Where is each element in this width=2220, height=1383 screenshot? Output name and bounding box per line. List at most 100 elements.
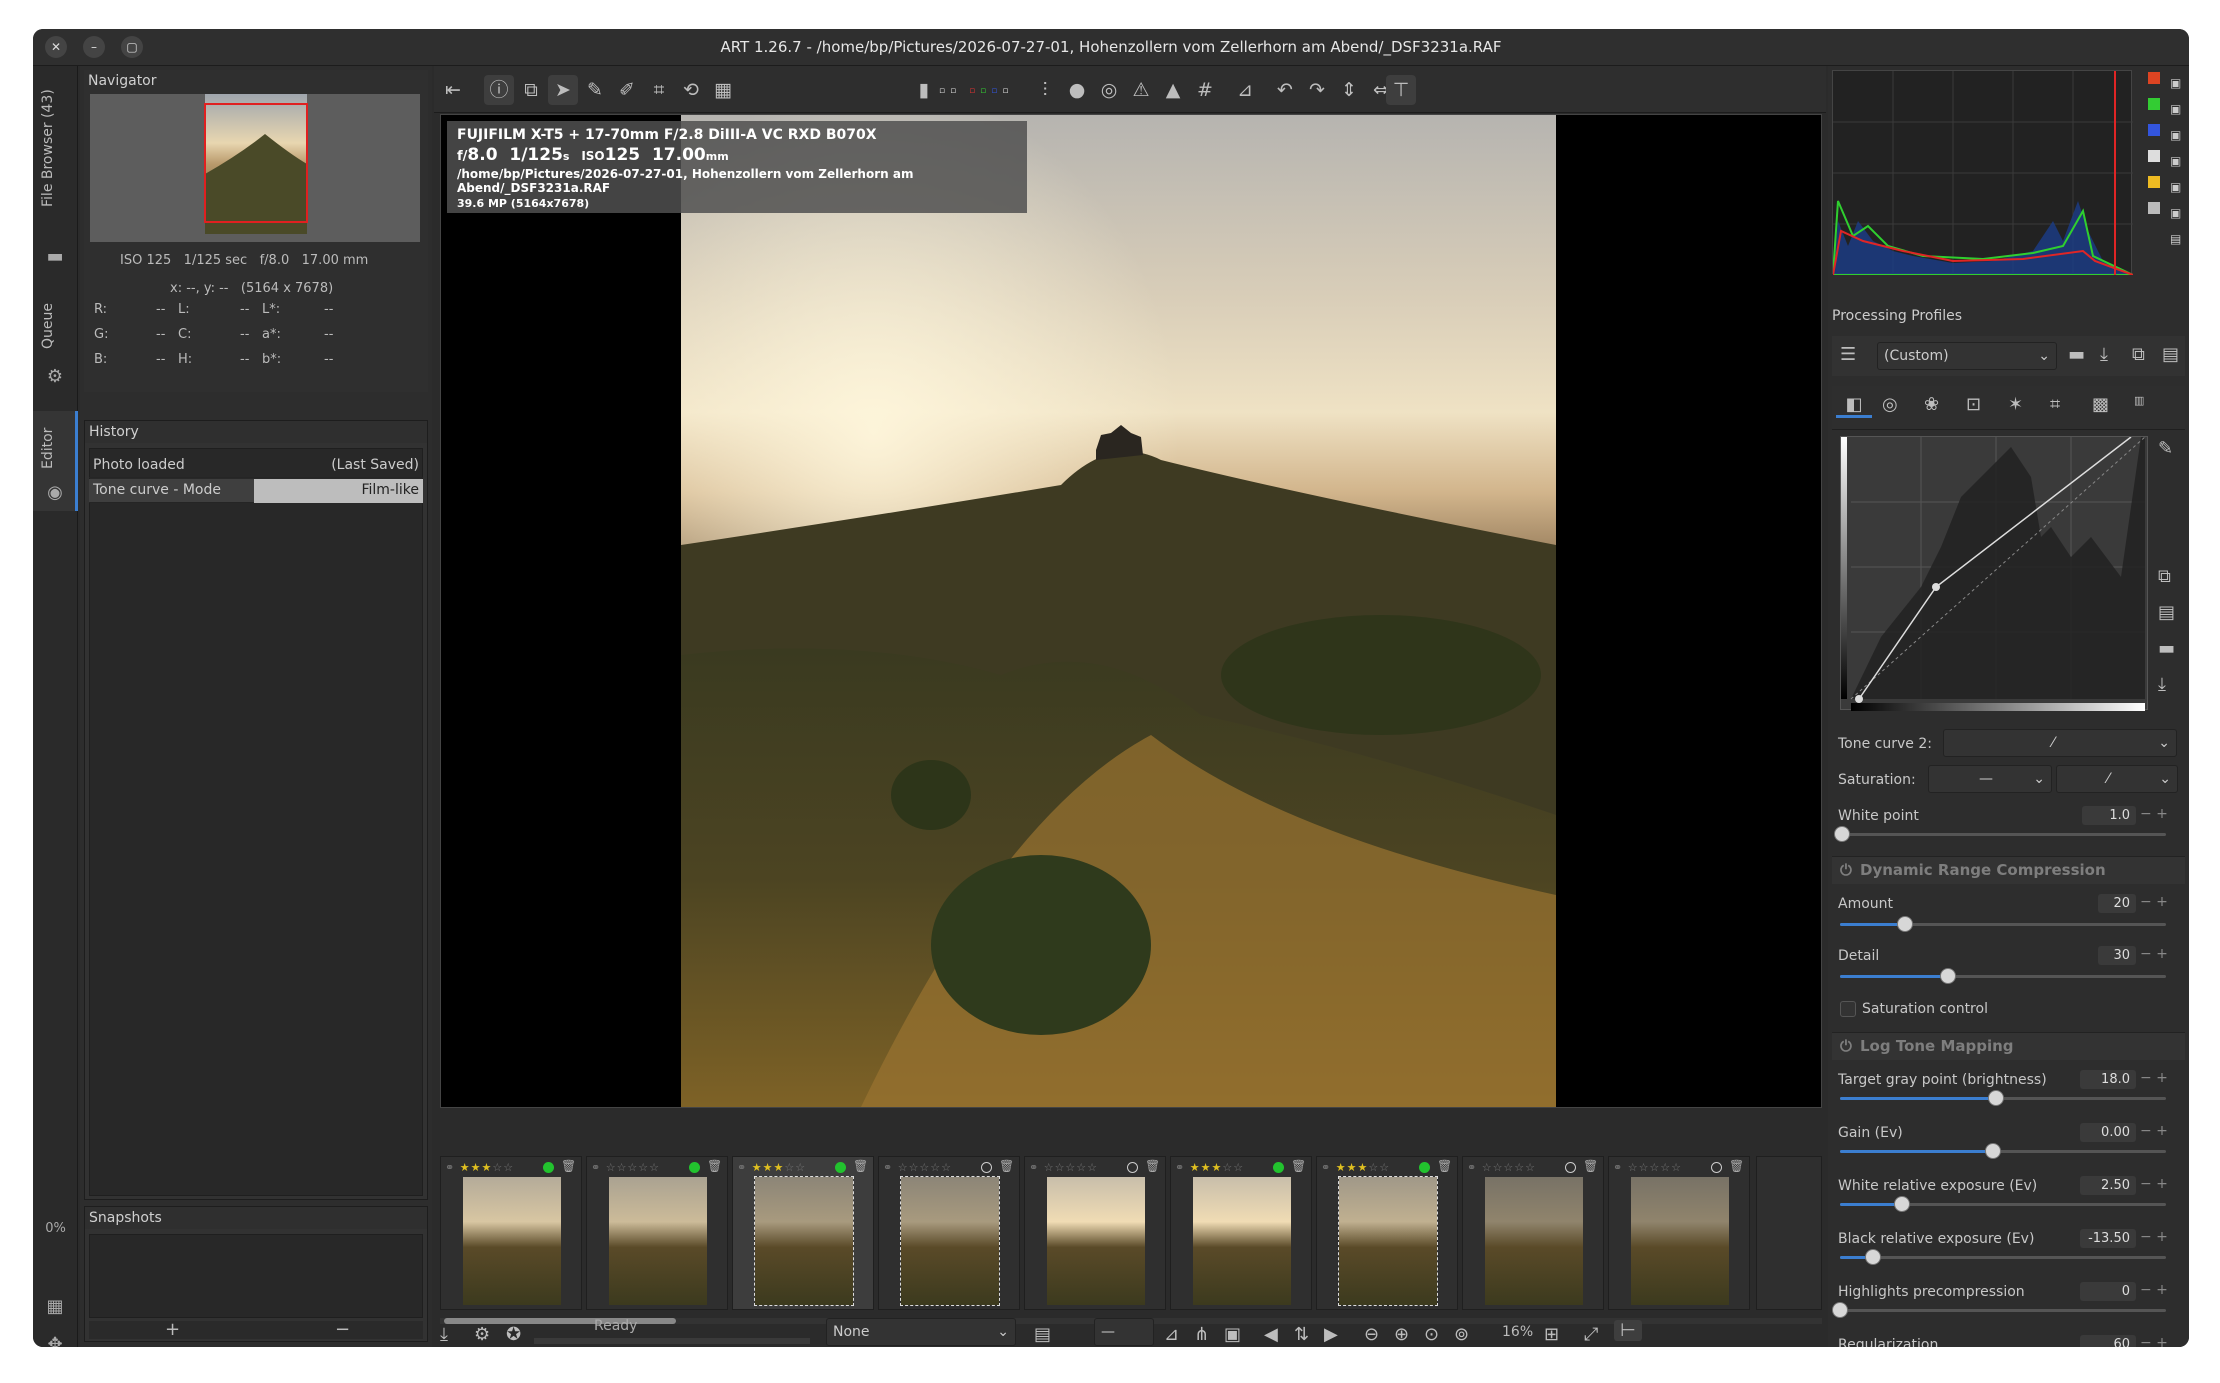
drc-detail-slider[interactable] [1840,968,2166,984]
thumb-trash-icon[interactable]: 🗑 [707,1159,722,1173]
copy-profile-icon[interactable]: ⧉ [2132,344,2145,365]
ltm-slider[interactable] [1840,1196,2166,1212]
ltm-steppers[interactable]: − + [2140,1176,2168,1192]
saturation-control-checkbox[interactable] [1840,1001,1856,1017]
luminance-toggle[interactable] [2148,150,2160,162]
crop-icon[interactable]: ⌗ [644,75,674,105]
filmstrip-thumb[interactable]: ⚭ ★★★☆☆ 🗑 [732,1156,874,1310]
straighten-icon[interactable]: ⟲ [676,75,706,105]
filmstrip-thumb[interactable]: ⚭ ☆☆☆☆☆ 🗑 [586,1156,728,1310]
white-point-steppers[interactable]: − + [2140,806,2168,822]
perspective-icon[interactable]: ▦ [708,75,738,105]
tab-meta-icon[interactable]: ▥ [2134,394,2144,407]
hide-right-panel-icon[interactable]: ⊢ [1614,1320,1642,1341]
tab-transform-icon[interactable]: ⌗ [2050,394,2060,415]
previous-image-icon[interactable]: ◀ [1264,1324,1278,1345]
tab-exposure-icon[interactable]: ◧ [1836,394,1872,418]
thumb-trash-icon[interactable]: 🗑 [1583,1159,1598,1173]
thumb-rating[interactable]: ⚭ ★★★☆☆ [1321,1161,1390,1174]
ltm-slider[interactable] [1840,1143,2166,1159]
next-image-icon[interactable]: ▶ [1324,1324,1338,1345]
aperture-icon[interactable]: ◉ [43,482,67,506]
save-icon[interactable]: ⤓ [440,1324,448,1345]
fullscreen-icon[interactable]: ⤢ [1584,1324,1598,1345]
hide-top-panel-icon[interactable]: ⊤ [1386,75,1416,105]
thumb-rating[interactable]: ⚭ ★★★☆☆ [1175,1161,1244,1174]
ltm-steppers[interactable]: − + [2140,1335,2168,1347]
move-icon[interactable]: ✥ [43,1334,67,1347]
ltm-slider[interactable] [1840,1249,2166,1265]
green-channel-toggle[interactable] [2148,98,2160,110]
new-window-icon[interactable]: ⊞ [1544,1324,1559,1345]
chroma-toggle[interactable] [2148,176,2160,188]
focus-mask-icon[interactable]: ⫶ [1030,75,1060,105]
tab-editor[interactable]: Editor [40,421,70,476]
drc-detail-value[interactable]: 30 [2098,946,2136,965]
add-snapshot-button[interactable]: + [165,1319,180,1340]
sync-icon[interactable]: ⇅ [1294,1324,1309,1345]
softproof-icon[interactable]: ⊿ [1164,1324,1179,1345]
drc-detail-steppers[interactable]: − + [2140,946,2168,962]
ltm-value[interactable]: 60 [2080,1335,2136,1347]
channel-buttons[interactable]: ▫▫ ▫▫▫▫ [939,86,1014,96]
save-profile-icon[interactable]: ⤓ [2100,344,2108,365]
history-row[interactable]: Photo loaded (Last Saved) [89,454,423,478]
ltm-steppers[interactable]: − + [2140,1123,2168,1139]
ltm-value[interactable]: -13.50 [2080,1229,2136,1248]
zoom-100-icon[interactable]: ⊚ [1454,1324,1469,1345]
filmstrip-thumb[interactable]: ⚭ ★★★☆☆ 🗑 [440,1156,582,1310]
channel-toggle-icon[interactable]: ▮ [914,75,934,105]
thumb-trash-icon[interactable]: 🗑 [1729,1159,1744,1173]
image-viewer[interactable]: FUJIFILM X-T5 + 17-70mm F/2.8 DiIII-A VC… [440,114,1822,1108]
open-curve-icon[interactable]: ▬ [2158,638,2175,659]
thumb-trash-icon[interactable]: 🗑 [1437,1159,1452,1173]
ltm-slider[interactable] [1840,1090,2166,1106]
crop-guide-icon[interactable]: ⊿ [1230,75,1260,105]
thumb-rating[interactable]: ⚭ ★★★☆☆ [737,1161,806,1174]
blue-channel-toggle[interactable] [2148,124,2160,136]
thumb-trash-icon[interactable]: 🗑 [1291,1159,1306,1173]
external-editor-icon[interactable]: ✪ [506,1324,521,1345]
color-picker-icon[interactable]: ✎ [580,75,610,105]
before-after-icon[interactable]: ⧉ [516,75,546,105]
thumb-rating[interactable]: ⚭ ☆☆☆☆☆ [1613,1161,1682,1174]
thumb-trash-icon[interactable]: 🗑 [561,1159,576,1173]
thumb-trash-icon[interactable]: 🗑 [999,1159,1014,1173]
saturation-dropdown-2[interactable]: ⁄ ⌄ [2056,765,2178,793]
hand-tool-icon[interactable]: ➤ [548,75,578,105]
drc-amount-steppers[interactable]: − + [2140,894,2168,910]
remove-snapshot-button[interactable]: − [335,1319,350,1340]
ltm-value[interactable]: 0 [2080,1282,2136,1301]
zoom-in-icon[interactable]: ⊕ [1394,1324,1409,1345]
filmstrip-thumb[interactable]: ⚭ ★★★☆☆ 🗑 [1316,1156,1458,1310]
profile-icon[interactable]: ▤ [1034,1324,1051,1345]
folder-icon[interactable]: ▬ [43,246,67,270]
tab-file-browser[interactable]: File Browser (43) [40,88,70,208]
tab-queue[interactable]: Queue [40,296,70,356]
thumb-rating[interactable]: ⚭ ☆☆☆☆☆ [591,1161,660,1174]
hide-left-panel-icon[interactable]: ⇤ [438,75,468,105]
filmstrip-thumb[interactable]: ⚭ ★★★☆☆ 🗑 [1170,1156,1312,1310]
saturation-dropdown-1[interactable]: — ⌄ [1928,765,2052,793]
preferences-icon[interactable]: ▦ [43,1296,67,1320]
thumb-rating[interactable]: ⚭ ☆☆☆☆☆ [1029,1161,1098,1174]
ltm-header[interactable]: ⏻ Log Tone Mapping [1832,1032,2185,1060]
ltm-steppers[interactable]: − + [2140,1229,2168,1245]
info-icon[interactable]: ⓘ [484,75,514,105]
rotate-right-icon[interactable]: ↷ [1302,75,1332,105]
profile-dropdown[interactable]: (Custom) ⌄ [1877,342,2057,370]
filmstrip-thumb[interactable]: ⚭ ☆☆☆☆☆ 🗑 [878,1156,1020,1310]
edit-curve-icon[interactable]: ✎ [2158,438,2173,459]
false-color-icon[interactable]: ◎ [1094,75,1124,105]
flip-vertical-icon[interactable]: ⇕ [1334,75,1364,105]
white-balance-icon[interactable]: ✐ [612,75,642,105]
filmstrip-thumb[interactable]: ⚭ ☆☆☆☆☆ 🗑 [1462,1156,1604,1310]
grid-icon[interactable]: # [1190,75,1220,105]
drc-amount-slider[interactable] [1840,916,2166,932]
filmstrip-thumb[interactable]: ⚭ ☆☆☆☆☆ 🗑 [1024,1156,1166,1310]
copy-curve-icon[interactable]: ⧉ [2158,566,2171,587]
zoom-out-icon[interactable]: ⊖ [1364,1324,1379,1345]
white-point-slider[interactable] [1834,826,2166,842]
zoom-fit-icon[interactable]: ⊙ [1424,1324,1439,1345]
white-point-value[interactable]: 1.0 [2082,806,2136,825]
